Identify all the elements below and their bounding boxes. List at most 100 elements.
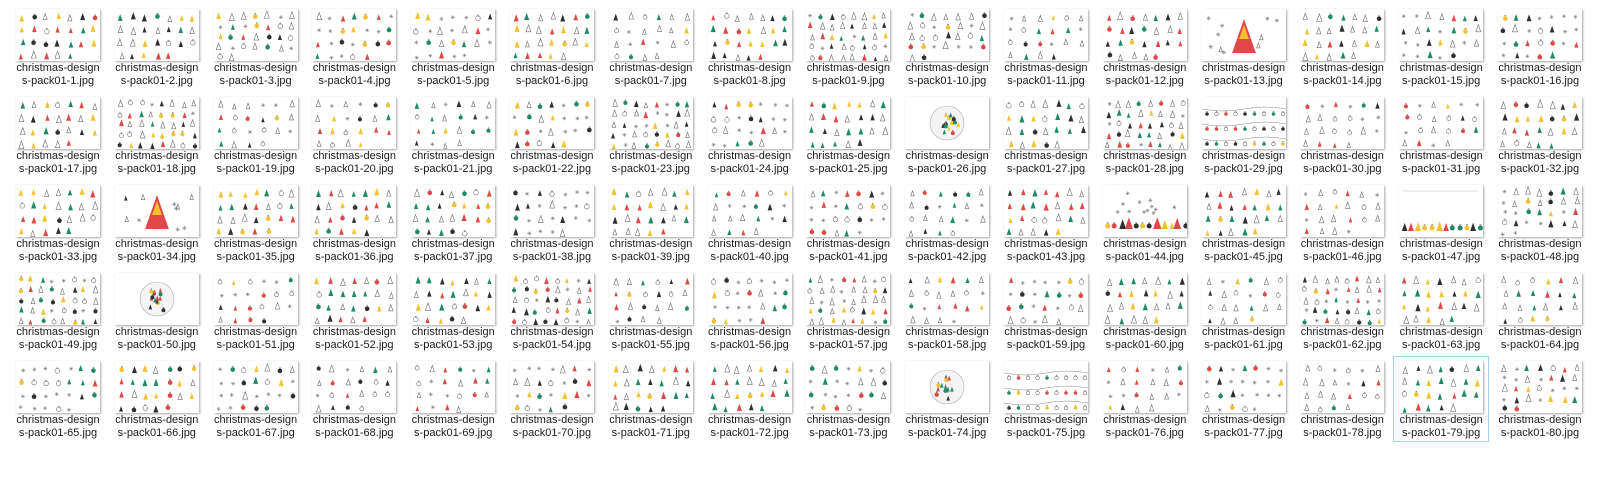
file-name-label[interactable]: christmas-design s-pack01-48.jpg <box>1493 238 1587 264</box>
file-item[interactable]: christmas-design s-pack01-12.jpg <box>1097 4 1193 90</box>
file-name-label[interactable]: christmas-design s-pack01-55.jpg <box>604 326 698 352</box>
image-thumbnail[interactable] <box>1497 9 1582 61</box>
file-item[interactable]: christmas-design s-pack01-49.jpg <box>10 268 106 354</box>
image-thumbnail[interactable] <box>905 273 990 325</box>
image-thumbnail[interactable] <box>1201 185 1286 237</box>
file-item[interactable]: christmas-design s-pack01-71.jpg <box>603 356 699 442</box>
image-thumbnail[interactable] <box>312 97 397 149</box>
file-name-label[interactable]: christmas-design s-pack01-69.jpg <box>406 414 500 440</box>
file-item[interactable]: christmas-design s-pack01-80.jpg <box>1492 356 1588 442</box>
file-item[interactable]: christmas-design s-pack01-68.jpg <box>306 356 402 442</box>
image-thumbnail[interactable] <box>16 97 100 149</box>
file-name-label[interactable]: christmas-design s-pack01-7.jpg <box>604 62 698 88</box>
image-thumbnail[interactable] <box>16 273 100 325</box>
image-thumbnail[interactable] <box>509 185 594 237</box>
file-name-label[interactable]: christmas-design s-pack01-78.jpg <box>1295 414 1389 440</box>
file-item[interactable]: christmas-design s-pack01-42.jpg <box>899 180 995 266</box>
image-thumbnail[interactable] <box>411 185 496 237</box>
file-name-label[interactable]: christmas-design s-pack01-79.jpg <box>1394 414 1488 440</box>
file-name-label[interactable]: christmas-design s-pack01-76.jpg <box>1098 414 1192 440</box>
file-item[interactable]: christmas-design s-pack01-70.jpg <box>504 356 600 442</box>
file-item[interactable]: christmas-design s-pack01-25.jpg <box>800 92 896 178</box>
file-item[interactable]: christmas-design s-pack01-53.jpg <box>405 268 501 354</box>
file-item[interactable]: christmas-design s-pack01-33.jpg <box>10 180 106 266</box>
file-item[interactable]: christmas-design s-pack01-40.jpg <box>702 180 798 266</box>
file-item[interactable]: christmas-design s-pack01-10.jpg <box>899 4 995 90</box>
file-name-label[interactable]: christmas-design s-pack01-54.jpg <box>505 326 599 352</box>
image-thumbnail[interactable] <box>312 273 397 325</box>
file-name-label[interactable]: christmas-design s-pack01-49.jpg <box>11 326 105 352</box>
image-thumbnail[interactable] <box>1003 185 1088 237</box>
file-name-label[interactable]: christmas-design s-pack01-6.jpg <box>505 62 599 88</box>
file-item[interactable]: christmas-design s-pack01-69.jpg <box>405 356 501 442</box>
file-name-label[interactable]: christmas-design s-pack01-21.jpg <box>406 150 500 176</box>
image-thumbnail[interactable] <box>509 9 594 61</box>
image-thumbnail[interactable] <box>312 185 397 237</box>
file-item[interactable]: christmas-design s-pack01-77.jpg <box>1196 356 1292 442</box>
file-name-label[interactable]: christmas-design s-pack01-40.jpg <box>703 238 797 264</box>
image-thumbnail[interactable] <box>1102 185 1187 237</box>
image-thumbnail[interactable] <box>905 185 990 237</box>
file-name-label[interactable]: christmas-design s-pack01-53.jpg <box>406 326 500 352</box>
file-item[interactable]: christmas-design s-pack01-21.jpg <box>405 92 501 178</box>
file-name-label[interactable]: christmas-design s-pack01-3.jpg <box>209 62 303 88</box>
file-name-label[interactable]: christmas-design s-pack01-58.jpg <box>900 326 994 352</box>
image-thumbnail[interactable] <box>114 9 199 61</box>
file-item[interactable]: christmas-design s-pack01-39.jpg <box>603 180 699 266</box>
image-thumbnail[interactable] <box>608 97 693 149</box>
file-name-label[interactable]: christmas-design s-pack01-71.jpg <box>604 414 698 440</box>
image-thumbnail[interactable] <box>1201 273 1286 325</box>
file-item[interactable]: christmas-design s-pack01-3.jpg <box>208 4 304 90</box>
file-item[interactable]: christmas-design s-pack01-50.jpg <box>109 268 205 354</box>
image-thumbnail[interactable] <box>608 361 693 413</box>
file-item[interactable]: christmas-design s-pack01-2.jpg <box>109 4 205 90</box>
file-item[interactable]: christmas-design s-pack01-29.jpg <box>1196 92 1292 178</box>
file-name-label[interactable]: christmas-design s-pack01-29.jpg <box>1197 150 1291 176</box>
file-name-label[interactable]: christmas-design s-pack01-64.jpg <box>1493 326 1587 352</box>
file-name-label[interactable]: christmas-design s-pack01-63.jpg <box>1394 326 1488 352</box>
file-item[interactable]: christmas-design s-pack01-41.jpg <box>800 180 896 266</box>
file-item[interactable]: christmas-design s-pack01-26.jpg <box>899 92 995 178</box>
file-name-label[interactable]: christmas-design s-pack01-44.jpg <box>1098 238 1192 264</box>
image-thumbnail[interactable] <box>411 97 496 149</box>
file-name-label[interactable]: christmas-design s-pack01-11.jpg <box>999 62 1093 88</box>
image-thumbnail[interactable] <box>806 97 891 149</box>
image-thumbnail[interactable] <box>509 361 594 413</box>
file-item[interactable]: christmas-design s-pack01-45.jpg <box>1196 180 1292 266</box>
image-thumbnail[interactable] <box>1201 97 1286 149</box>
image-thumbnail[interactable] <box>509 97 594 149</box>
file-item[interactable]: christmas-design s-pack01-28.jpg <box>1097 92 1193 178</box>
image-thumbnail[interactable] <box>806 9 891 61</box>
file-item[interactable]: christmas-design s-pack01-79.jpg <box>1393 356 1490 442</box>
file-item[interactable]: christmas-design s-pack01-30.jpg <box>1294 92 1390 178</box>
image-thumbnail[interactable] <box>213 185 298 237</box>
image-thumbnail[interactable] <box>213 361 298 413</box>
file-item[interactable]: christmas-design s-pack01-65.jpg <box>10 356 106 442</box>
file-item[interactable]: christmas-design s-pack01-32.jpg <box>1492 92 1588 178</box>
file-item[interactable]: christmas-design s-pack01-38.jpg <box>504 180 600 266</box>
file-name-label[interactable]: christmas-design s-pack01-27.jpg <box>999 150 1093 176</box>
file-item[interactable]: christmas-design s-pack01-5.jpg <box>405 4 501 90</box>
file-item[interactable]: christmas-design s-pack01-34.jpg <box>109 180 205 266</box>
file-name-label[interactable]: christmas-design s-pack01-1.jpg <box>11 62 105 88</box>
image-thumbnail[interactable] <box>806 273 891 325</box>
file-item[interactable]: christmas-design s-pack01-6.jpg <box>504 4 600 90</box>
file-name-label[interactable]: christmas-design s-pack01-26.jpg <box>900 150 994 176</box>
file-item[interactable]: christmas-design s-pack01-14.jpg <box>1294 4 1390 90</box>
file-item[interactable]: christmas-design s-pack01-47.jpg <box>1393 180 1489 266</box>
file-item[interactable]: christmas-design s-pack01-37.jpg <box>405 180 501 266</box>
file-name-label[interactable]: christmas-design s-pack01-28.jpg <box>1098 150 1192 176</box>
file-name-label[interactable]: christmas-design s-pack01-75.jpg <box>999 414 1093 440</box>
image-thumbnail[interactable] <box>1003 97 1088 149</box>
file-name-label[interactable]: christmas-design s-pack01-41.jpg <box>801 238 895 264</box>
file-item[interactable]: christmas-design s-pack01-4.jpg <box>306 4 402 90</box>
file-name-label[interactable]: christmas-design s-pack01-37.jpg <box>406 238 500 264</box>
file-name-label[interactable]: christmas-design s-pack01-65.jpg <box>11 414 105 440</box>
file-name-label[interactable]: christmas-design s-pack01-57.jpg <box>801 326 895 352</box>
image-thumbnail[interactable] <box>905 361 990 413</box>
file-item[interactable]: christmas-design s-pack01-17.jpg <box>10 92 106 178</box>
file-item[interactable]: christmas-design s-pack01-36.jpg <box>306 180 402 266</box>
file-name-label[interactable]: christmas-design s-pack01-70.jpg <box>505 414 599 440</box>
image-thumbnail[interactable] <box>1399 97 1484 149</box>
file-item[interactable]: christmas-design s-pack01-24.jpg <box>702 92 798 178</box>
